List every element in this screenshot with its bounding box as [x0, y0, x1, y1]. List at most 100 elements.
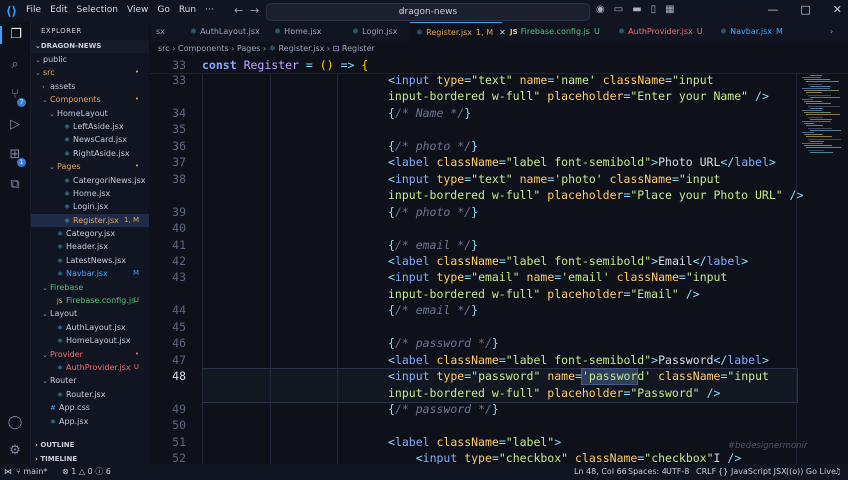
tree-item[interactable]: ⚛ Login.jsx	[31, 200, 149, 213]
toggle-secondary-sidebar-icon[interactable]: ▯	[651, 4, 657, 15]
cursor-position[interactable]: Ln 48, Col 66	[574, 464, 627, 480]
tab-login-jsx[interactable]: ⚛ Login.jsx	[346, 22, 408, 42]
toggle-panel-icon[interactable]: ▬	[632, 4, 641, 15]
language-mode[interactable]: JavaScript JSX	[731, 464, 787, 480]
copilot-icon[interactable]: ◉	[596, 4, 605, 15]
tab-register-jsx[interactable]: ⚛ Register.jsx 1, M ✕	[410, 22, 506, 42]
tree-item[interactable]: ⚛ Home.jsx	[31, 187, 149, 200]
customize-layout-icon[interactable]: ▦	[665, 4, 674, 15]
breadcrumb-item[interactable]: Components	[178, 44, 229, 53]
breadcrumb-item[interactable]: src	[158, 44, 170, 53]
tree-item[interactable]: # App.css	[31, 401, 149, 414]
chevron-down-icon: ⌄	[42, 350, 48, 359]
extensions-icon[interactable]: ⊞ 1	[6, 146, 26, 167]
encoding[interactable]: UTF-8	[666, 464, 689, 480]
toggle-primary-sidebar-icon[interactable]: ▭	[614, 4, 623, 15]
tree-item[interactable]: ⚛ NewsCard.jsx	[31, 133, 149, 146]
menu-view[interactable]: View	[127, 5, 148, 15]
tree-item[interactable]: ⌄ Components •	[31, 93, 149, 106]
command-center-search[interactable]: ⌕ dragon-news	[266, 3, 590, 21]
tree-item[interactable]: ⌄ Pages •	[31, 160, 149, 173]
back-arrow-icon[interactable]: ←	[234, 4, 243, 17]
tree-item[interactable]: ⌄ public	[31, 53, 149, 66]
watermark-text: #bedesignermonir	[728, 441, 808, 451]
sticky-scroll-header[interactable]: 33 const Register = () => {	[150, 56, 848, 74]
tree-item[interactable]: › assets	[31, 80, 149, 93]
tree-item[interactable]: ⚛ Header.jsx	[31, 240, 149, 253]
source-control-icon[interactable]: ⑂ 7	[6, 86, 26, 107]
tab-firebase-config-js[interactable]: JS Firebase.config.js U	[504, 22, 610, 42]
tabs-more-icon[interactable]: ›	[830, 22, 848, 42]
menu-file[interactable]: File	[26, 5, 41, 15]
breadcrumb-item[interactable]: Pages	[237, 44, 261, 53]
tree-item-status: •	[134, 95, 139, 104]
search-icon[interactable]: ⌕	[6, 56, 24, 74]
tree-item[interactable]: ⚛ HomeLayout.jsx	[31, 334, 149, 347]
minimap-line	[810, 118, 832, 120]
minimize-icon[interactable]: —	[767, 3, 778, 16]
files-icon[interactable]: ❐	[0, 26, 30, 44]
close-icon[interactable]: ✕	[833, 3, 842, 16]
tab-authlayout-jsx[interactable]: ⚛ AuthLayout.jsx	[184, 22, 266, 42]
tab-authprovider-jsx[interactable]: ⚛ AuthProvider.jsx U	[612, 22, 712, 42]
tree-item[interactable]: ⚛ Category.jsx	[31, 227, 149, 240]
menu-edit[interactable]: Edit	[50, 5, 67, 15]
more-menu-icon[interactable]: ···	[205, 5, 214, 15]
run-debug-icon[interactable]: ▷	[6, 116, 24, 134]
remote-indicator-icon[interactable]: ⋈	[4, 464, 12, 480]
menu-selection[interactable]: Selection	[77, 5, 118, 15]
tree-item[interactable]: ⌄ Router	[31, 374, 149, 387]
vertical-scrollbar[interactable]	[796, 56, 797, 464]
tree-item[interactable]: ⚛ Navbar.jsx M	[31, 267, 149, 280]
tree-item[interactable]: ⚛ Router.jsx	[31, 388, 149, 401]
minimap-line	[802, 143, 823, 144]
go-live-button[interactable]: ((o)) Go Live	[786, 464, 836, 480]
line-number: 38	[172, 171, 186, 186]
tree-item[interactable]: ⌄ Firebase	[31, 281, 149, 294]
account-icon[interactable]: ◯	[6, 414, 24, 432]
tree-item[interactable]: ⚛ AuthProvider.jsx U	[31, 361, 149, 374]
line-number: 41	[172, 237, 186, 252]
maximize-icon[interactable]: □	[800, 3, 810, 16]
tree-item[interactable]: ⚛ CatergoriNews.jsx	[31, 174, 149, 187]
tree-item[interactable]: ⌄ HomeLayout	[31, 107, 149, 120]
notifications-bell-icon[interactable]: ♫	[834, 464, 841, 480]
git-branch[interactable]: ⑂ main*	[16, 464, 47, 480]
menu-run[interactable]: Run	[179, 5, 196, 15]
remote-explorer-icon[interactable]: ⧉	[6, 176, 24, 194]
line-number: 42	[172, 253, 186, 268]
tree-item[interactable]: ⚛ LatestNews.jsx	[31, 254, 149, 267]
timeline-section[interactable]: › TIMELINE	[31, 452, 149, 464]
code-editor[interactable]: 33 const Register = () => { 33 <input typ…	[150, 56, 848, 465]
breadcrumb-item[interactable]: Register.jsx	[278, 44, 324, 53]
menu-go[interactable]: Go	[157, 5, 169, 15]
line-ending[interactable]: CRLF	[696, 464, 716, 480]
tree-item[interactable]: JS Firebase.config.js U	[31, 294, 149, 307]
search-icon: ⌕	[400, 7, 406, 17]
tree-item-status: 1, M	[124, 215, 139, 224]
indentation[interactable]: Spaces: 4	[628, 464, 667, 480]
problems-indicator[interactable]: ⊗ 1 △ 0 ⓘ 6	[62, 464, 111, 480]
tree-item[interactable]: ⚛ RightAside.jsx	[31, 147, 149, 160]
tree-item[interactable]: ⚛ LeftAside.jsx	[31, 120, 149, 133]
breadcrumb-item[interactable]: Register	[342, 44, 375, 53]
minimap[interactable]	[798, 56, 848, 464]
tab-label: AuthLayout.jsx	[200, 27, 260, 36]
tree-item[interactable]: ⚛ App.jsx	[31, 415, 149, 428]
settings-gear-icon[interactable]: ⚙	[6, 442, 24, 460]
forward-arrow-icon[interactable]: →	[250, 4, 259, 17]
tab-sx[interactable]: sx	[150, 22, 182, 42]
tree-item[interactable]: ⌄ src •	[31, 66, 149, 79]
tree-item-label: Components	[50, 95, 101, 105]
tab-home-jsx[interactable]: ⚛ Home.jsx	[268, 22, 344, 42]
tree-item[interactable]: ⌄ Provider •	[31, 348, 149, 361]
tree-item[interactable]: ⌄ Layout	[31, 307, 149, 320]
minimap-line	[808, 127, 832, 129]
tree-item[interactable]: ⚛ AuthLayout.jsx	[31, 321, 149, 334]
tab-navbar-jsx[interactable]: ⚛ Navbar.jsx M	[714, 22, 784, 42]
outline-section[interactable]: › OUTLINE	[31, 438, 149, 452]
tree-item[interactable]: ⚛ Register.jsx 1, M	[31, 213, 149, 228]
minimap-line	[810, 140, 824, 142]
project-root[interactable]: ⌄DRAGON-NEWS	[31, 40, 149, 53]
symbol-icon: ⊡	[332, 44, 342, 53]
